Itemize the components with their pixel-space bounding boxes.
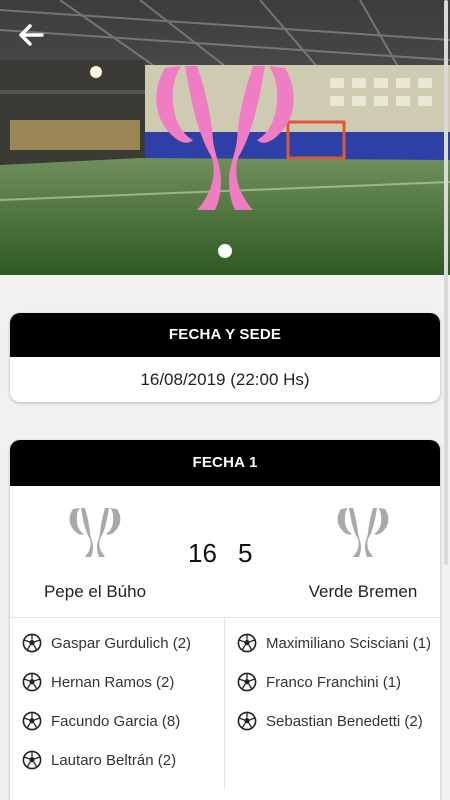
soccer-ball-icon: [22, 711, 42, 731]
match-round-title: FECHA 1: [10, 440, 440, 486]
home-team-trophy-icon: [69, 508, 121, 557]
arrow-left-icon: [19, 24, 44, 46]
home-score: 16: [188, 538, 217, 568]
away-team-name: Verde Bremen: [308, 582, 418, 601]
date-venue-card: FECHA Y SEDE 16/08/2019 (22:00 Hs): [10, 313, 440, 402]
scorer-item: Sebastian Benedetti (2): [237, 710, 440, 733]
match-card: FECHA 1 Pepe el Búho 16 5 Verde Bremen G…: [10, 440, 440, 800]
home-team[interactable]: Pepe el Búho: [10, 506, 180, 602]
soccer-ball-icon: [237, 711, 257, 731]
away-score: 5: [238, 538, 253, 568]
soccer-ball-icon: [22, 672, 42, 692]
soccer-ball-icon: [237, 672, 257, 692]
home-team-name: Pepe el Búho: [43, 582, 147, 601]
back-button[interactable]: [14, 18, 48, 52]
scorer-item: Gaspar Gurdulich (2): [22, 632, 224, 655]
date-venue-title: FECHA Y SEDE: [10, 313, 440, 357]
scrollbar[interactable]: [444, 0, 448, 565]
away-team-trophy-icon: [337, 508, 389, 557]
scorer-name: Gaspar Gurdulich (2): [51, 635, 192, 652]
away-team[interactable]: Verde Bremen: [278, 506, 440, 602]
soccer-ball-icon: [237, 633, 257, 653]
scorer-name: Maximiliano Scisciani (1): [266, 635, 432, 652]
match-summary: Pepe el Búho 16 5 Verde Bremen: [10, 486, 440, 618]
soccer-ball-icon: [22, 633, 42, 653]
scorer-name: Facundo Garcia (8): [51, 713, 181, 730]
home-scorers-list: Gaspar Gurdulich (2) Hernan Ramos (2) Fa…: [10, 618, 225, 788]
scorer-item: Lautaro Beltrán (2): [22, 749, 224, 772]
scorer-name: Sebastian Benedetti (2): [266, 713, 423, 730]
hero-image: [0, 0, 450, 275]
date-value: 16/08/2019 (22:00 Hs): [140, 370, 310, 389]
scorer-name: Hernan Ramos (2): [51, 674, 175, 691]
scorer-item: Facundo Garcia (8): [22, 710, 224, 733]
scorers-section: Gaspar Gurdulich (2) Hernan Ramos (2) Fa…: [10, 618, 440, 788]
trophy-logo-icon: [156, 66, 294, 210]
carousel-dot[interactable]: [218, 244, 232, 258]
scorer-name: Lautaro Beltrán (2): [51, 752, 177, 769]
scorer-item: Franco Franchini (1): [237, 671, 440, 694]
scorer-item: Maximiliano Scisciani (1): [237, 632, 440, 655]
scorer-item: Hernan Ramos (2): [22, 671, 224, 694]
soccer-ball-icon: [22, 750, 42, 770]
scorer-name: Franco Franchini (1): [266, 674, 402, 691]
away-scorers-list: Maximiliano Scisciani (1) Franco Franchi…: [225, 618, 440, 788]
